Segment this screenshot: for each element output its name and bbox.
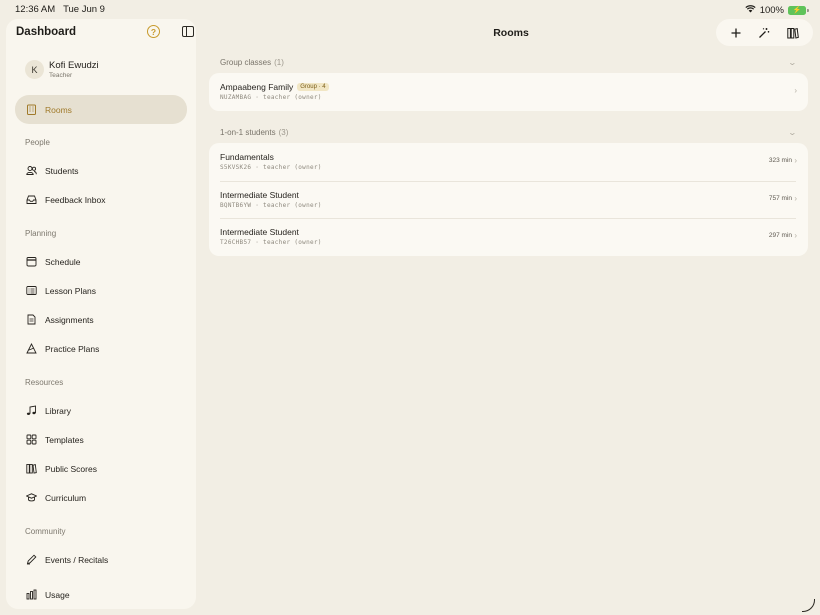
row-title-wrap: Ampaabeng Family Group · 4	[220, 82, 329, 92]
room-code: S5KVSK26 · teacher (owner)	[220, 164, 322, 171]
status-right: 100% ⚡	[745, 4, 809, 16]
avatar: K	[25, 60, 44, 79]
sidebar-item-label: Lesson Plans	[45, 285, 97, 296]
chevron-right-icon: ›	[794, 86, 797, 95]
section-resources: Resources	[25, 378, 64, 387]
room-row-ampaabeng-family[interactable]: Ampaabeng Family Group · 4 NUZAMBAG · te…	[209, 73, 808, 111]
battery-percent: 100%	[759, 4, 784, 16]
building-icon	[26, 104, 37, 115]
group-count: (1)	[274, 58, 284, 67]
grid-icon	[26, 434, 37, 445]
chart-icon	[26, 589, 37, 600]
sidebar-item-label: Schedule	[45, 256, 81, 267]
sidebar-toggle-icon[interactable]	[182, 26, 194, 37]
sidebar-item-events-recitals[interactable]: Events / Recitals	[15, 545, 187, 574]
group-header-one-on-one[interactable]: 1-on-1 students (3) ⌄	[220, 128, 800, 140]
wifi-icon	[745, 4, 756, 16]
help-icon[interactable]: ?	[147, 25, 160, 38]
sidebar-title: Dashboard	[16, 26, 77, 38]
toolbar	[716, 19, 813, 46]
practice-icon	[26, 343, 37, 354]
sidebar-item-label: Templates	[45, 434, 84, 445]
section-community: Community	[25, 527, 66, 536]
sidebar-item-label: Events / Recitals	[45, 554, 109, 565]
room-title: Intermediate Student	[220, 189, 299, 200]
room-row[interactable]: Fundamentals S5KVSK26 · teacher (owner) …	[209, 143, 808, 181]
sidebar-item-public-scores[interactable]: Public Scores	[15, 454, 187, 483]
sidebar-item-label: Students	[45, 165, 79, 176]
group-header-group-classes[interactable]: Group classes (1) ⌄	[220, 58, 800, 70]
sidebar-item-library[interactable]: Library	[15, 396, 187, 425]
sidebar-item-label: Public Scores	[45, 463, 97, 474]
profile[interactable]: K Kofi Ewudzi Teacher	[25, 59, 186, 83]
chevron-right-icon: ›	[794, 156, 797, 165]
room-title: Ampaabeng Family	[220, 82, 294, 92]
section-people: People	[25, 138, 50, 147]
chevron-down-icon[interactable]: ⌄	[788, 58, 797, 67]
one-on-one-card: Fundamentals S5KVSK26 · teacher (owner) …	[209, 143, 808, 256]
people-icon	[26, 165, 37, 176]
room-code: NUZAMBAG · teacher (owner)	[220, 94, 322, 101]
books-icon	[26, 463, 37, 474]
battery-icon: ⚡	[788, 5, 809, 15]
group-classes-card: Ampaabeng Family Group · 4 NUZAMBAG · te…	[209, 73, 808, 111]
pen-icon	[26, 554, 37, 565]
room-code: T26CHB57 · teacher (owner)	[220, 239, 322, 246]
sidebar-item-curriculum[interactable]: Curriculum	[15, 483, 187, 512]
chevron-right-icon: ›	[794, 193, 797, 203]
calendar-icon	[26, 256, 37, 267]
list-icon	[26, 285, 37, 296]
group-count: (3)	[278, 128, 289, 137]
music-notes-icon	[26, 405, 37, 416]
sidebar-item-label: Rooms	[45, 104, 72, 115]
sidebar-item-usage[interactable]: Usage	[15, 580, 187, 609]
sidebar-item-assignments[interactable]: Assignments	[15, 305, 187, 334]
group-title: 1-on-1 students	[220, 128, 276, 137]
sidebar-item-label: Practice Plans	[45, 343, 100, 354]
sidebar-item-label: Curriculum	[45, 492, 87, 503]
magic-wand-icon[interactable]	[758, 26, 771, 39]
sidebar-item-practice-plans[interactable]: Practice Plans	[15, 334, 187, 363]
room-code: BQNTB6YW · teacher (owner)	[220, 201, 322, 209]
sidebar-item-rooms[interactable]: Rooms	[15, 95, 187, 124]
group-title: Group classes	[220, 58, 272, 67]
document-icon	[26, 314, 37, 325]
room-minutes: 323 min	[768, 157, 792, 164]
sidebar-item-lesson-plans[interactable]: Lesson Plans	[15, 276, 187, 305]
sidebar-item-label: Library	[45, 405, 71, 416]
page-title: Rooms	[493, 27, 529, 39]
sidebar-item-label: Assignments	[45, 314, 94, 325]
sidebar-item-schedule[interactable]: Schedule	[15, 247, 187, 276]
room-row[interactable]: Intermediate Student T26CHB57 · teacher …	[209, 218, 808, 256]
sidebar-header: Dashboard ?	[16, 25, 194, 41]
group-badge: Group · 4	[297, 83, 329, 91]
status-time: 12:36 AM Tue Jun 9	[15, 4, 105, 15]
sidebar-item-label: Usage	[45, 589, 70, 600]
sidebar-item-students[interactable]: Students	[15, 156, 187, 185]
sidebar-item-label: Feedback Inbox	[45, 194, 106, 205]
chevron-down-icon[interactable]: ⌄	[788, 128, 797, 137]
sidebar-item-templates[interactable]: Templates	[15, 425, 187, 454]
room-minutes: 757 min	[768, 194, 792, 202]
sidebar: Dashboard ? K Kofi Ewudzi Teacher Rooms …	[6, 19, 196, 609]
room-row[interactable]: Intermediate Student BQNTB6YW · teacher …	[209, 180, 808, 219]
room-minutes: 297 min	[768, 232, 792, 239]
section-planning: Planning	[25, 229, 57, 238]
sidebar-item-feedback-inbox[interactable]: Feedback Inbox	[15, 185, 187, 214]
profile-role: Teacher	[49, 72, 73, 79]
chevron-right-icon: ›	[794, 231, 797, 240]
add-icon[interactable]	[730, 26, 743, 39]
library-icon[interactable]	[786, 26, 799, 39]
profile-name: Kofi Ewudzi	[49, 60, 99, 71]
room-title: Fundamentals	[220, 152, 274, 162]
room-title: Intermediate Student	[220, 227, 299, 237]
status-bar: 12:36 AM Tue Jun 9 100% ⚡	[0, 0, 820, 19]
resize-handle-icon[interactable]	[802, 599, 815, 612]
graduation-cap-icon	[26, 492, 37, 503]
inbox-icon	[26, 194, 37, 205]
